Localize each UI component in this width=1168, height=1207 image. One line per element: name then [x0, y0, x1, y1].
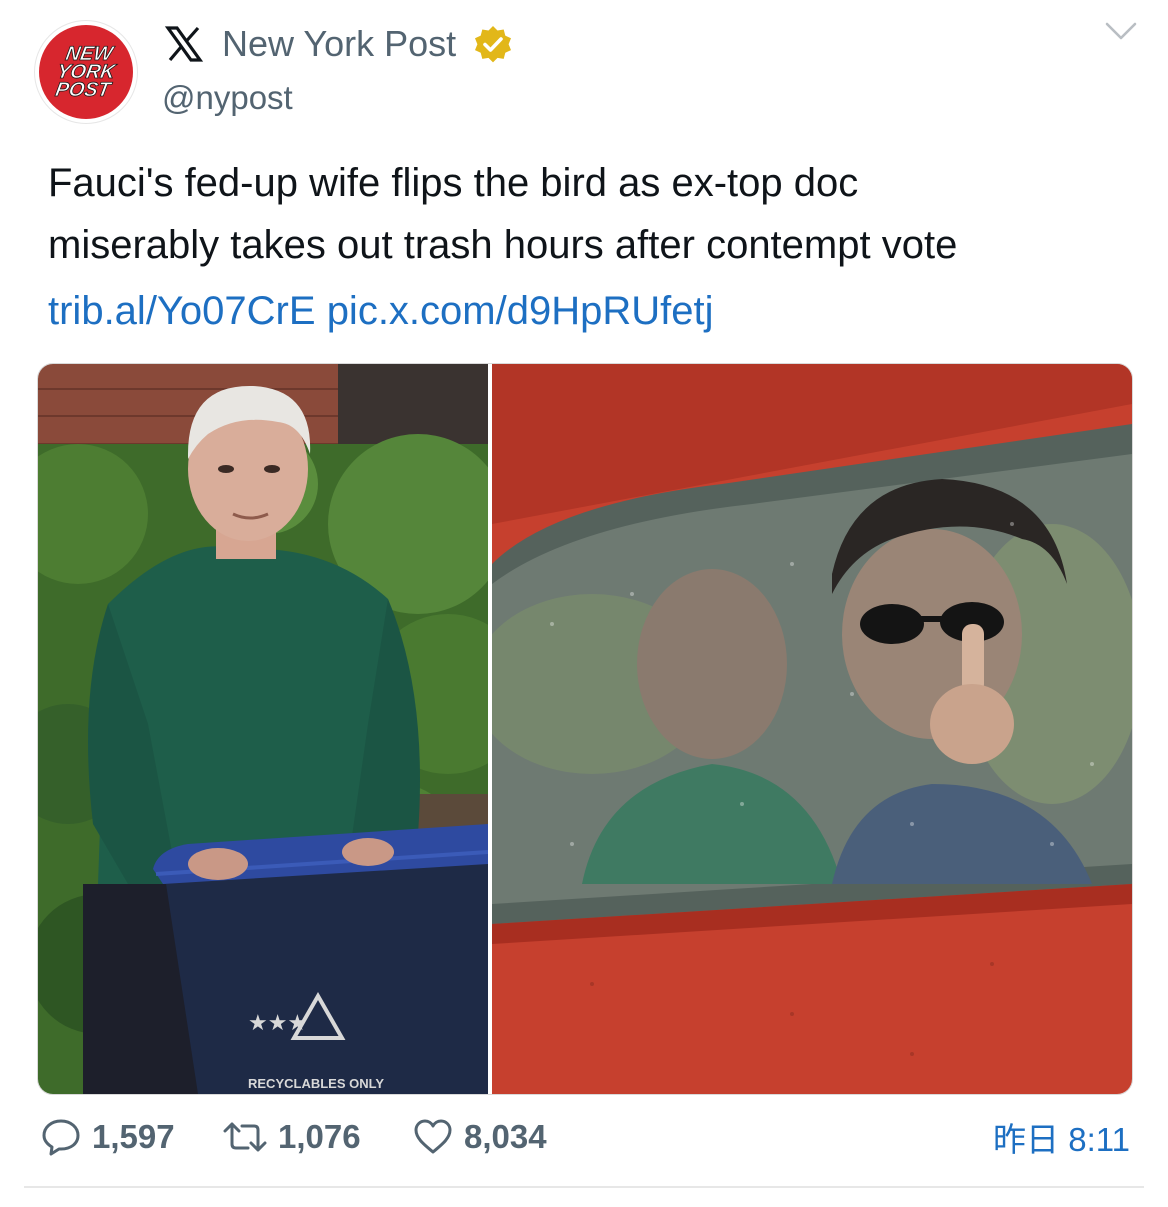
svg-text:POST: POST: [54, 79, 114, 101]
photo-man-with-recycling-bin[interactable]: ★★★ RECYCLABLES ONLY: [38, 364, 488, 1094]
repost-count: 1,076: [278, 1118, 361, 1155]
repost-button[interactable]: 1,076: [222, 1112, 361, 1162]
heart-icon: [414, 1119, 452, 1154]
author-avatar[interactable]: NEW YORK POST: [34, 20, 138, 124]
tweet-text-line: miserably takes out trash hours after co…: [48, 223, 958, 267]
tweet-card: NEW YORK POST New York Post @nypost Fauc…: [0, 0, 1168, 1207]
divider: [24, 1186, 1144, 1188]
tweet-actions: 1,597 1,076 8,034 昨日 8:11: [40, 1112, 1130, 1162]
reply-icon: [42, 1119, 80, 1156]
x-logo-icon: [164, 26, 204, 62]
like-button[interactable]: 8,034: [412, 1112, 547, 1162]
reply-count: 1,597: [92, 1118, 175, 1155]
new-york-post-logo: NEW YORK POST: [39, 25, 133, 119]
author-name[interactable]: New York Post: [222, 22, 456, 66]
bin-label: RECYCLABLES ONLY: [248, 1076, 384, 1091]
tweet-timestamp[interactable]: 昨日 8:11: [993, 1112, 1130, 1162]
svg-text:★★★: ★★★: [248, 1010, 307, 1035]
chevron-down-icon[interactable]: [1104, 20, 1138, 42]
repost-icon: [223, 1122, 267, 1152]
photo-woman-in-car[interactable]: [492, 364, 1132, 1094]
like-count: 8,034: [464, 1118, 547, 1155]
tweet-media[interactable]: ★★★ RECYCLABLES ONLY: [37, 363, 1133, 1095]
tweet-text-line: Fauci's fed-up wife flips the bird as ex…: [48, 161, 859, 205]
verified-badge-icon: [475, 26, 511, 63]
reply-button[interactable]: 1,597: [40, 1112, 175, 1162]
article-link[interactable]: trib.al/Yo07CrE: [48, 289, 316, 333]
author-handle[interactable]: @nypost: [162, 76, 293, 120]
tweet-links: trib.al/Yo07CrE pic.x.com/d9HpRUfetj: [48, 280, 713, 342]
tweet-text: Fauci's fed-up wife flips the bird as ex…: [48, 152, 1128, 276]
pic-link[interactable]: pic.x.com/d9HpRUfetj: [327, 289, 714, 333]
